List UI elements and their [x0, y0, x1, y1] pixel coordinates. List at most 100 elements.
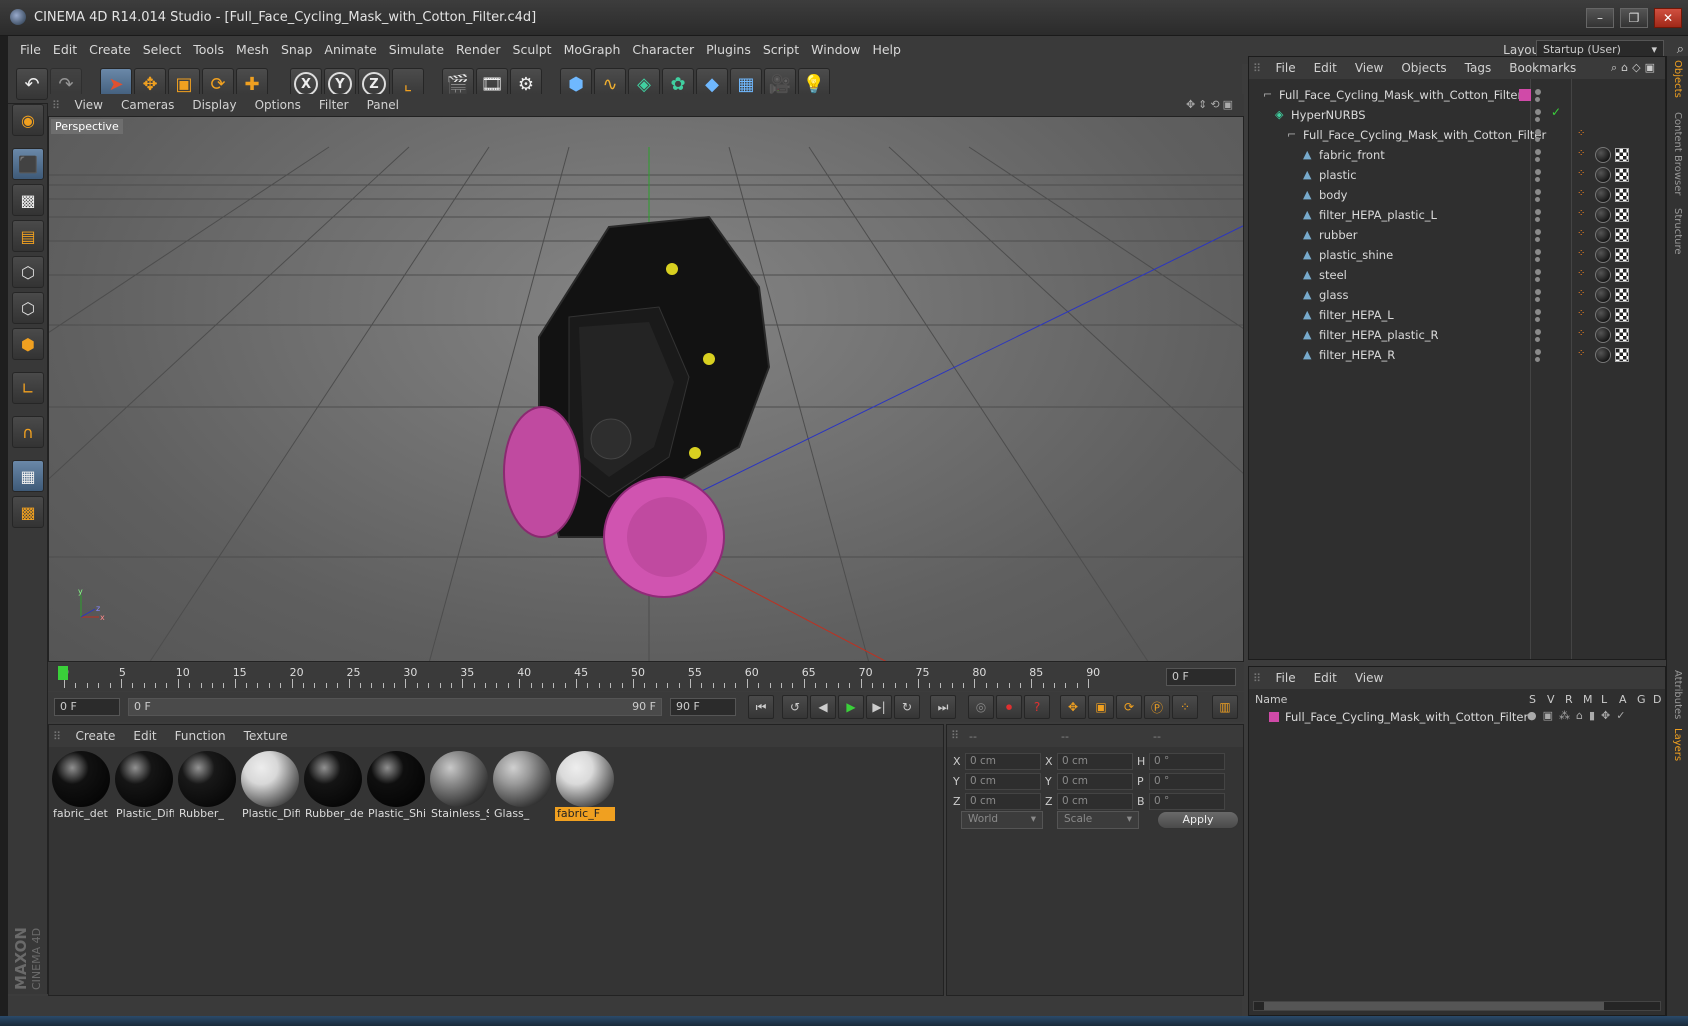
material-tag-icon[interactable]: [1595, 327, 1611, 343]
undo-icon[interactable]: ↶: [16, 68, 48, 100]
phong-tag-icon[interactable]: ⁘: [1577, 228, 1589, 240]
play-icon[interactable]: ▶: [838, 695, 864, 719]
end-frame-field[interactable]: 90 F: [670, 698, 736, 716]
snap-magnet-icon[interactable]: ∩: [12, 416, 44, 448]
editor-visibility-dot[interactable]: [1535, 289, 1541, 295]
object-row[interactable]: ⌐ Full_Face_Cycling_Mask_with_Cotton_Filt…: [1249, 125, 1665, 145]
object-menu-edit[interactable]: Edit: [1305, 57, 1346, 79]
layer-menu-edit[interactable]: Edit: [1305, 667, 1346, 689]
layer-column-header[interactable]: Name: [1255, 693, 1287, 706]
go-to-start-icon[interactable]: ⏮: [748, 695, 774, 719]
layer-column-header[interactable]: V: [1547, 693, 1555, 706]
editor-visibility-dot[interactable]: [1535, 109, 1541, 115]
phong-tag-icon[interactable]: ⁘: [1577, 248, 1589, 260]
material-tag-icon[interactable]: [1595, 287, 1611, 303]
menu-simulate[interactable]: Simulate: [383, 36, 450, 64]
material-tag-icon[interactable]: [1595, 347, 1611, 363]
timeline-window-icon[interactable]: ▥: [1212, 695, 1238, 719]
object-row[interactable]: ▲ fabric_front ⁘: [1249, 145, 1665, 165]
texture-tag-icon[interactable]: [1615, 208, 1629, 222]
render-visibility-dot[interactable]: [1535, 317, 1540, 322]
material-swatch[interactable]: Plastic_Diff: [240, 751, 300, 823]
horizontal-scrollbar[interactable]: [1253, 1001, 1661, 1011]
material-swatch[interactable]: Plastic_Diff: [114, 751, 174, 823]
grid-snap-icon[interactable]: ▩: [12, 496, 44, 528]
layer-column-header[interactable]: D: [1653, 693, 1661, 706]
material-swatch[interactable]: fabric_det: [51, 751, 111, 823]
menu-tools[interactable]: Tools: [187, 36, 230, 64]
object-row[interactable]: ▲ filter_HEPA_plastic_R ⁘: [1249, 325, 1665, 345]
axis-mode-icon[interactable]: ∟: [12, 372, 44, 404]
render-visibility-dot[interactable]: [1535, 117, 1540, 122]
menu-character[interactable]: Character: [626, 36, 700, 64]
material-swatch[interactable]: Stainless_S: [429, 751, 489, 823]
maximize-button[interactable]: ❐: [1620, 8, 1648, 28]
current-frame-field[interactable]: 0 F: [1166, 668, 1236, 686]
texture-tag-icon[interactable]: [1615, 188, 1629, 202]
polygons-mode-icon[interactable]: ⬢: [12, 328, 44, 360]
start-frame-field[interactable]: 0 F: [54, 698, 120, 716]
menu-mograph[interactable]: MoGraph: [558, 36, 627, 64]
render-visibility-dot[interactable]: [1535, 237, 1540, 242]
phong-tag-icon[interactable]: ⁘: [1577, 328, 1589, 340]
material-tag-icon[interactable]: [1595, 307, 1611, 323]
menu-edit[interactable]: Edit: [47, 36, 83, 64]
material-menu-edit[interactable]: Edit: [124, 725, 165, 747]
menu-file[interactable]: File: [14, 36, 47, 64]
menu-script[interactable]: Script: [757, 36, 805, 64]
autokey-icon[interactable]: ⏺: [996, 695, 1022, 719]
phong-tag-icon[interactable]: ⁘: [1577, 188, 1589, 200]
texture-tag-icon[interactable]: [1615, 308, 1629, 322]
editor-visibility-dot[interactable]: [1535, 189, 1541, 195]
viewport-nav-icons[interactable]: ✥⇕⟲▣: [1186, 98, 1236, 111]
object-row[interactable]: ▲ plastic ⁘: [1249, 165, 1665, 185]
material-tag-icon[interactable]: [1595, 147, 1611, 163]
menu-sculpt[interactable]: Sculpt: [507, 36, 558, 64]
key-rotation-icon[interactable]: ⟳: [1116, 695, 1142, 719]
object-row[interactable]: ▲ plastic_shine ⁘: [1249, 245, 1665, 265]
tab-content-browser[interactable]: Content Browser: [1672, 112, 1683, 195]
coord-value-field[interactable]: 0 °: [1149, 793, 1225, 810]
editor-visibility-dot[interactable]: [1535, 229, 1541, 235]
layer-column-header[interactable]: A: [1619, 693, 1627, 706]
editor-visibility-dot[interactable]: [1535, 249, 1541, 255]
menu-render[interactable]: Render: [450, 36, 507, 64]
coord-value-field[interactable]: 0 cm: [965, 793, 1041, 810]
render-visibility-dot[interactable]: [1535, 217, 1540, 222]
key-position-icon[interactable]: ✥: [1060, 695, 1086, 719]
material-menu-function[interactable]: Function: [166, 725, 235, 747]
texture-tag-icon[interactable]: [1615, 248, 1629, 262]
workplane-icon[interactable]: ▤: [12, 220, 44, 252]
viewport-menu-options[interactable]: Options: [246, 94, 310, 116]
frame-range-slider[interactable]: 0 F 90 F: [128, 698, 662, 716]
world-dropdown[interactable]: World ▾: [961, 811, 1043, 829]
material-swatch[interactable]: Rubber_de: [303, 751, 363, 823]
editor-visibility-dot[interactable]: [1535, 169, 1541, 175]
object-row[interactable]: ▲ steel ⁘: [1249, 265, 1665, 285]
key-pla-icon[interactable]: ⁘: [1172, 695, 1198, 719]
layer-column-header[interactable]: S: [1529, 693, 1536, 706]
edges-mode-icon[interactable]: ⬡: [12, 292, 44, 324]
close-button[interactable]: ✕: [1654, 8, 1682, 28]
workplane-lock-icon[interactable]: ▦: [12, 460, 44, 492]
object-manager-nav-icons[interactable]: ⌕⌂◇▣: [1611, 61, 1659, 75]
render-visibility-dot[interactable]: [1535, 337, 1540, 342]
editor-visibility-dot[interactable]: [1535, 149, 1541, 155]
phong-tag-icon[interactable]: ⁘: [1577, 288, 1589, 300]
editor-visibility-dot[interactable]: [1535, 349, 1541, 355]
editor-visibility-dot[interactable]: [1535, 329, 1541, 335]
coord-value-field[interactable]: 0 cm: [965, 773, 1041, 790]
texture-tag-icon[interactable]: [1615, 348, 1629, 362]
layer-column-header[interactable]: L: [1601, 693, 1607, 706]
texture-tag-icon[interactable]: [1615, 288, 1629, 302]
menu-plugins[interactable]: Plugins: [700, 36, 757, 64]
texture-tag-icon[interactable]: [1615, 228, 1629, 242]
key-parameter-icon[interactable]: Ⓟ: [1144, 695, 1170, 719]
layer-toggle-icons[interactable]: ●▣⁂⌂▮✥✓: [1527, 709, 1631, 722]
phong-tag-icon[interactable]: ⁘: [1577, 348, 1589, 360]
key-scale-icon[interactable]: ▣: [1088, 695, 1114, 719]
material-tag-icon[interactable]: [1595, 187, 1611, 203]
material-swatch[interactable]: Plastic_Shi: [366, 751, 426, 823]
enabled-check-icon[interactable]: ✓: [1551, 105, 1561, 119]
texture-mode-icon[interactable]: ▩: [12, 184, 44, 216]
